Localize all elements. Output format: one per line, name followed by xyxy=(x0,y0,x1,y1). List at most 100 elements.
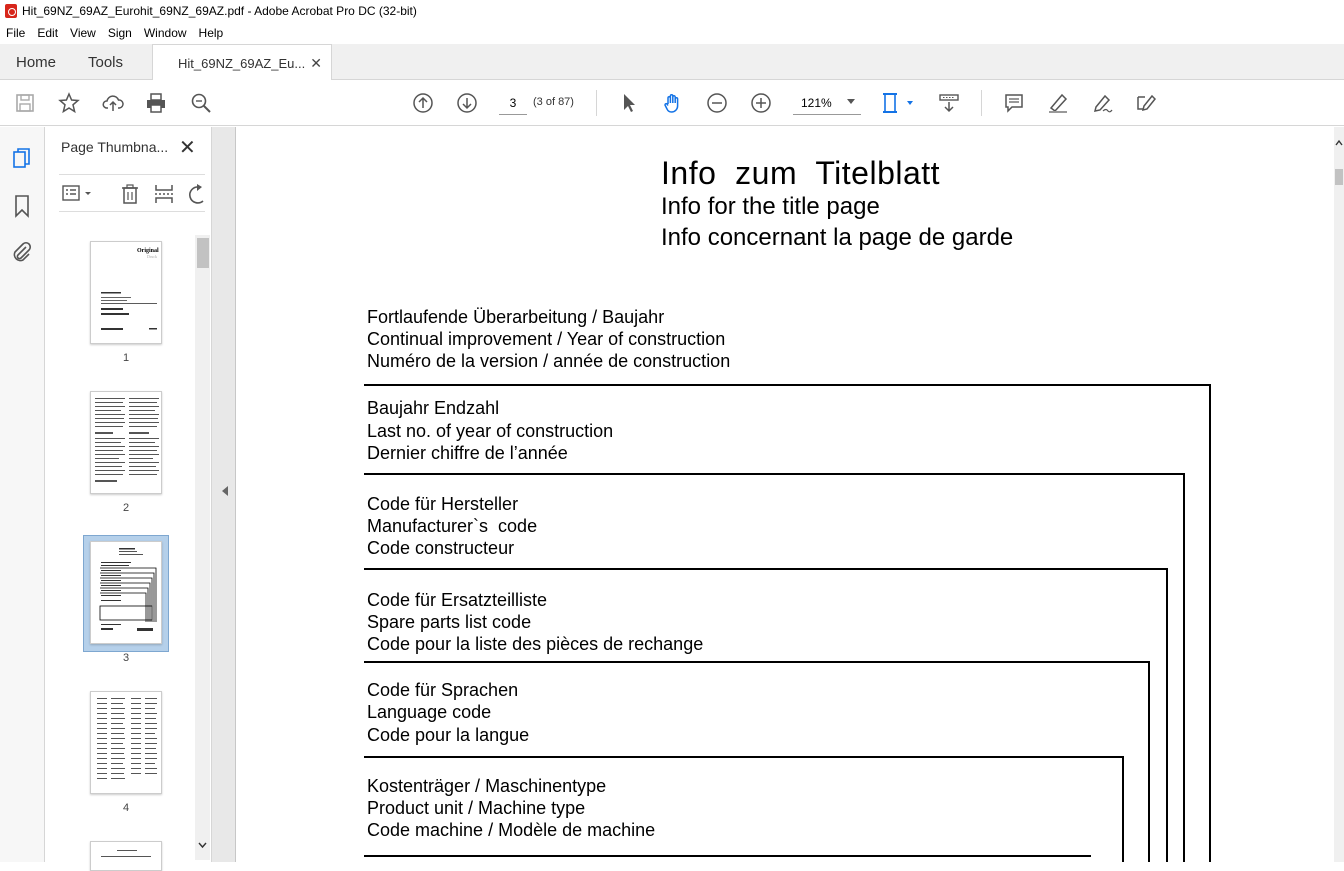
page-thumbnails-panel: Page Thumbna... ✕ Original Druck 1 2 3 4 xyxy=(45,127,212,871)
menu-file[interactable]: File xyxy=(6,26,25,40)
select-cursor-icon[interactable] xyxy=(617,91,641,115)
bracket-vline-0 xyxy=(1209,384,1211,862)
bracket-line-1 xyxy=(364,473,1185,475)
document-view[interactable]: Info zum Titelblatt Info for the title p… xyxy=(235,127,1334,862)
tab-document-label: Hit_69NZ_69AZ_Eu... xyxy=(178,55,306,71)
bracket-vline-2 xyxy=(1166,568,1168,862)
svg-text:Druck: Druck xyxy=(147,254,157,259)
section-1-en: Last no. of year of construction xyxy=(367,421,614,441)
fit-page-icon[interactable] xyxy=(880,91,916,115)
zoom-level-dropdown[interactable]: 121% xyxy=(793,91,861,115)
star-icon[interactable] xyxy=(57,91,81,115)
bracket-line-5 xyxy=(364,855,1091,857)
zoom-out-icon[interactable] xyxy=(705,91,729,115)
section-5-en: Product unit / Machine type xyxy=(367,798,586,818)
print-icon[interactable] xyxy=(144,91,168,115)
doc-title-de: Info zum Titelblatt xyxy=(661,155,941,191)
section-3-en: Spare parts list code xyxy=(367,612,532,632)
bracket-line-3 xyxy=(364,661,1150,663)
window-title: Hit_69NZ_69AZ_Eurohit_69NZ_69AZ.pdf - Ad… xyxy=(22,4,417,18)
menu-edit[interactable]: Edit xyxy=(37,26,58,40)
highlight-pen-icon[interactable] xyxy=(1046,91,1070,115)
page-thumbnail-2[interactable] xyxy=(90,391,162,494)
comment-icon[interactable] xyxy=(1002,91,1026,115)
acrobat-app-icon xyxy=(5,4,17,18)
menu-bar: File Edit View Sign Window Help xyxy=(0,22,1344,44)
thumbnail-page-number: 3 xyxy=(122,652,130,664)
section-2-en: Manufacturer`s code xyxy=(367,516,538,536)
close-tab-icon[interactable]: ✕ xyxy=(310,55,322,72)
bookmark-icon[interactable] xyxy=(10,194,34,218)
section-4-fr: Code pour la langue xyxy=(367,725,530,745)
page-thumbnail-1[interactable]: Original Druck xyxy=(90,241,162,344)
section-0-de: Fortlaufende Überarbeitung / Baujahr xyxy=(367,307,665,327)
edit-pdf-icon[interactable] xyxy=(1134,91,1158,115)
bracket-vline-3 xyxy=(1148,661,1150,862)
page-count-label: (3 of 87) xyxy=(533,96,574,108)
page-thumbnail-3[interactable] xyxy=(90,541,162,644)
thumbnails-scrollbar[interactable] xyxy=(195,235,210,860)
upload-cloud-icon[interactable] xyxy=(101,91,125,115)
section-2-fr: Code constructeur xyxy=(367,538,515,558)
collapse-panel-icon[interactable] xyxy=(222,486,228,496)
chevron-down-icon[interactable] xyxy=(198,841,207,849)
menu-window[interactable]: Window xyxy=(144,26,187,40)
document-scroll-thumb[interactable] xyxy=(1335,169,1343,185)
close-panel-icon[interactable]: ✕ xyxy=(179,135,196,160)
save-icon[interactable] xyxy=(13,91,37,115)
tab-home[interactable]: Home xyxy=(16,44,56,80)
attachment-paperclip-icon[interactable] xyxy=(10,240,34,264)
thumbnails-scroll-thumb[interactable] xyxy=(197,238,209,268)
hand-tool-icon[interactable] xyxy=(661,91,685,115)
page-thumbnail-5[interactable] xyxy=(90,841,162,871)
rotate-page-icon[interactable] xyxy=(185,183,205,205)
menu-sign[interactable]: Sign xyxy=(108,26,132,40)
previous-page-icon[interactable] xyxy=(411,91,435,115)
section-5-de: Kostenträger / Maschinentype xyxy=(367,776,607,796)
chevron-down-icon xyxy=(847,99,855,104)
section-4-de: Code für Sprachen xyxy=(367,680,519,700)
thumbnail-page-number: 4 xyxy=(122,802,130,814)
tab-row: Home Tools Hit_69NZ_69AZ_Eu... ✕ xyxy=(0,44,1344,81)
thumbnail-page-number: 2 xyxy=(122,502,130,514)
zoom-level-value: 121% xyxy=(801,95,832,110)
section-0-en: Continual improvement / Year of construc… xyxy=(367,329,726,349)
document-scrollbar[interactable] xyxy=(1334,127,1344,862)
thumbnail-page-number: 1 xyxy=(122,352,130,364)
section-1-fr: Dernier chiffre de l’année xyxy=(367,443,568,463)
window-title-bar: Hit_69NZ_69AZ_Eurohit_69NZ_69AZ.pdf - Ad… xyxy=(0,0,1344,22)
page-number-input[interactable] xyxy=(499,91,527,115)
doc-title-en: Info for the title page xyxy=(661,193,880,220)
delete-page-icon[interactable] xyxy=(119,183,141,205)
tab-tools[interactable]: Tools xyxy=(88,44,123,80)
thumbnails-panel-title: Page Thumbna... xyxy=(61,139,169,155)
doc-title-fr: Info concernant la page de garde xyxy=(661,224,1014,251)
menu-view[interactable]: View xyxy=(70,26,96,40)
section-5-fr: Code machine / Modèle de machine xyxy=(367,820,656,840)
main-toolbar xyxy=(0,80,1344,126)
section-3-fr: Code pour la liste des pièces de rechang… xyxy=(367,634,704,654)
section-1-de: Baujahr Endzahl xyxy=(367,398,500,418)
section-0-fr: Numéro de la version / année de construc… xyxy=(367,351,731,371)
bracket-vline-4 xyxy=(1122,756,1124,862)
thumbnail-options-icon[interactable] xyxy=(61,183,97,205)
sign-pen-icon[interactable] xyxy=(1090,91,1114,115)
bracket-line-0 xyxy=(364,384,1211,386)
extract-page-icon[interactable] xyxy=(153,183,175,205)
zoom-search-icon[interactable] xyxy=(189,91,213,115)
page-thumbnail-4[interactable] xyxy=(90,691,162,794)
scroll-mode-icon[interactable] xyxy=(937,91,961,115)
section-2-de: Code für Hersteller xyxy=(367,494,519,514)
section-4-en: Language code xyxy=(367,702,492,722)
menu-help[interactable]: Help xyxy=(199,26,224,40)
bracket-vline-1 xyxy=(1183,473,1185,862)
bracket-line-4 xyxy=(364,756,1124,758)
chevron-up-icon[interactable] xyxy=(1335,139,1343,147)
section-3-de: Code für Ersatzteilliste xyxy=(367,590,548,610)
tab-document[interactable]: Hit_69NZ_69AZ_Eu... ✕ xyxy=(152,44,332,81)
next-page-icon[interactable] xyxy=(455,91,479,115)
zoom-in-icon[interactable] xyxy=(749,91,773,115)
bracket-line-2 xyxy=(364,568,1168,570)
thumbnails-toolbar xyxy=(59,174,205,212)
page-thumbnails-icon[interactable] xyxy=(10,147,34,171)
